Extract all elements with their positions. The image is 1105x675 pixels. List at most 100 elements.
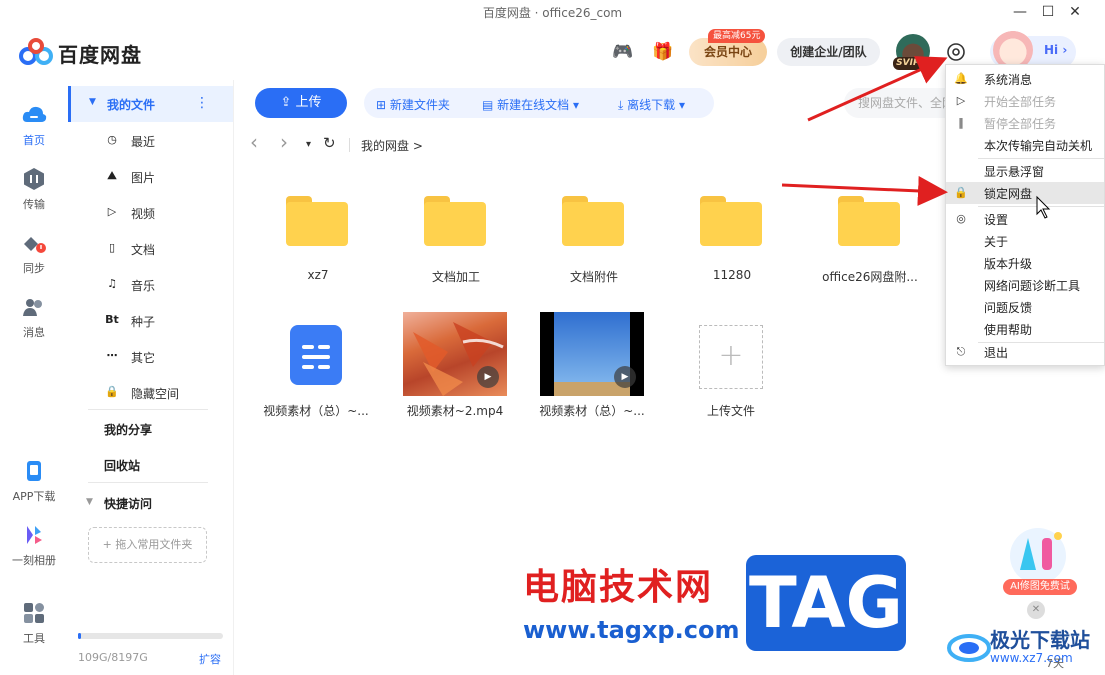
document-file-icon[interactable] [290,325,342,385]
rail-item-home[interactable]: 首页 [0,102,68,148]
sidebar-item-hidden-space[interactable]: 🔒 隐藏空间 [68,380,233,406]
sidebar-item-videos[interactable]: ▷ 视频 [68,200,233,226]
add-favorite-folder-dropzone[interactable]: + 拖入常用文件夹 [88,527,207,563]
maximize-button[interactable]: ☐ [1035,2,1061,22]
cloud-home-icon [22,106,47,122]
sidebar-item-my-share[interactable]: 我的分享 [104,421,152,438]
sidebar-item-music[interactable]: ♫ 音乐 [68,272,233,298]
upload-label: 上传 [295,95,322,110]
menu-item-auto-shutdown[interactable]: 本次传输完自动关机 [946,134,1104,156]
rail-item-album[interactable]: 一刻相册 [0,522,68,568]
baidu-netdisk-logo-icon [19,38,53,65]
sidebar-item-label: 视频 [131,207,156,221]
sidebar-item-torrents[interactable]: Bt 种子 [68,308,233,334]
gamepad-icon[interactable]: 🎮 [610,40,636,64]
menu-item-about[interactable]: 关于 [946,230,1104,252]
sidebar-item-recycle-bin[interactable]: 回收站 [104,457,140,474]
rail-label: 同步 [23,262,45,275]
menu-item-lock-netdisk[interactable]: 🔒 锁定网盘 [946,182,1104,204]
breadcrumb[interactable]: 我的网盘 > [361,137,423,154]
folder-icon [838,196,900,246]
upload-file-tile[interactable]: + [699,325,763,389]
sidebar-item-other[interactable]: ⋯ 其它 [68,344,233,370]
settings-dropdown-menu: 🔔 系统消息 ▷ 开始全部任务 ‖ 暂停全部任务 本次传输完自动关机 显示悬浮窗… [945,64,1105,366]
history-dropdown-icon[interactable]: ▾ [306,139,311,150]
menu-item-upgrade[interactable]: 版本升级 [946,252,1104,274]
left-nav-rail: 首页 传输 同步 消息 APP下载 一刻相册 工具 [0,80,68,675]
menu-item-floating-window[interactable]: 显示悬浮窗 [946,160,1104,182]
video-thumbnail[interactable]: ▶ [403,312,507,396]
menu-item-pause-all[interactable]: ‖ 暂停全部任务 [946,112,1104,134]
sidebar-item-documents[interactable]: ▯ 文档 [68,236,233,262]
offline-download-button[interactable]: ⤓ 离线下载 ▾ [618,96,685,113]
refresh-icon[interactable]: ↻ [323,134,336,152]
exit-icon: ⎋ [956,345,966,358]
upload-button[interactable]: ⇪ 上传 [255,88,347,118]
menu-item-settings[interactable]: ◎ 设置 [946,208,1104,230]
menu-item-help[interactable]: 使用帮助 [946,318,1104,340]
file-name: office26网盘附... [822,270,918,284]
back-arrow-icon[interactable]: ‹ [250,130,258,154]
minimize-button[interactable]: — [1007,2,1033,22]
menu-item-network-diagnostics[interactable]: 网络问题诊断工具 [946,274,1104,296]
expand-storage-link[interactable]: 扩容 [199,651,221,667]
rail-item-app-download[interactable]: APP下载 [0,458,68,504]
upload-file-label[interactable]: 上传文件 [671,402,791,419]
forward-arrow-icon[interactable]: › [280,130,288,154]
document-icon: ▯ [108,241,116,254]
menu-item-system-messages[interactable]: 🔔 系统消息 [946,68,1104,90]
file-name[interactable]: 视频素材（总）~... [532,402,652,419]
close-window-button[interactable]: ✕ [1062,2,1088,22]
settings-gear-icon[interactable] [945,41,967,63]
new-online-doc-button[interactable]: ▤ 新建在线文档 ▾ [482,96,579,113]
ai-retouch-label[interactable]: AI修图免费试 [1003,579,1077,595]
file-tile[interactable]: 文档附件 [534,164,654,284]
quick-access-header[interactable]: 快捷访问 [104,495,152,512]
menu-item-label: 问题反馈 [984,301,1033,315]
jiguang-site-title: 极光下载站 [990,628,1090,652]
sidebar-item-label: 隐藏空间 [131,387,180,401]
sidebar-item-images[interactable]: ⛰ 图片 [68,164,233,190]
divider [88,482,208,483]
video-thumbnail[interactable]: ▶ [540,312,644,396]
headphones-icon: ♫ [107,277,117,290]
caret-down-icon: ▼ [86,497,93,507]
menu-item-label: 设置 [984,213,1009,227]
menu-item-label: 网络问题诊断工具 [984,279,1081,293]
storage-quota-text: 109G/8197G [78,651,148,664]
menu-item-feedback[interactable]: 问题反馈 [946,296,1104,318]
menu-item-label: 使用帮助 [984,323,1033,337]
sync-icon [24,237,46,253]
caret-down-icon: ▼ [89,97,96,107]
sidebar-item-label: 种子 [131,315,156,329]
play-icon: ▶ [477,366,499,388]
file-tile[interactable]: 11280 [672,164,792,282]
menu-item-start-all[interactable]: ▷ 开始全部任务 [946,90,1104,112]
menu-item-exit[interactable]: ⎋ 退出 [946,341,1104,363]
rail-item-tools[interactable]: 工具 [0,600,68,646]
rail-item-messages[interactable]: 消息 [0,294,68,340]
menu-item-label: 暂停全部任务 [984,117,1057,131]
user-greeting[interactable]: Hi › [1044,43,1067,57]
close-promo-icon[interactable]: ✕ [1027,601,1045,619]
new-folder-button[interactable]: ⊞ 新建文件夹 [376,96,450,113]
create-team-button[interactable]: 创建企业/团队 [777,38,880,66]
svip-level-badge: SVIP4 [893,57,929,70]
file-name[interactable]: 视频素材~2.mp4 [395,402,515,419]
file-tile[interactable]: 文档加工 [396,164,516,284]
file-tile[interactable]: office26网盘附... [810,164,930,284]
more-options-icon[interactable]: ⋮ [195,95,209,111]
gift-icon[interactable]: 🎁 [650,40,676,64]
folder-icon [286,196,348,246]
file-tile[interactable]: xz7 [258,164,378,282]
file-category-sidebar: ▼ 我的文件 ⋮ ◷ 最近 ⛰ 图片 ▷ 视频 ▯ 文档 ♫ 音乐 Bt 种子 [68,80,233,675]
rail-label: 一刻相册 [12,554,56,567]
bottom-right-text: 7天 [1046,657,1064,670]
my-files-header[interactable]: ▼ 我的文件 ⋮ [68,86,233,122]
clock-icon: ◷ [107,133,117,146]
sidebar-item-recent[interactable]: ◷ 最近 [68,128,233,154]
file-name[interactable]: 视频素材（总）~... [256,402,376,419]
rail-label: APP下载 [12,490,56,503]
rail-item-transfer[interactable]: 传输 [0,166,68,212]
rail-item-sync[interactable]: 同步 [0,230,68,276]
